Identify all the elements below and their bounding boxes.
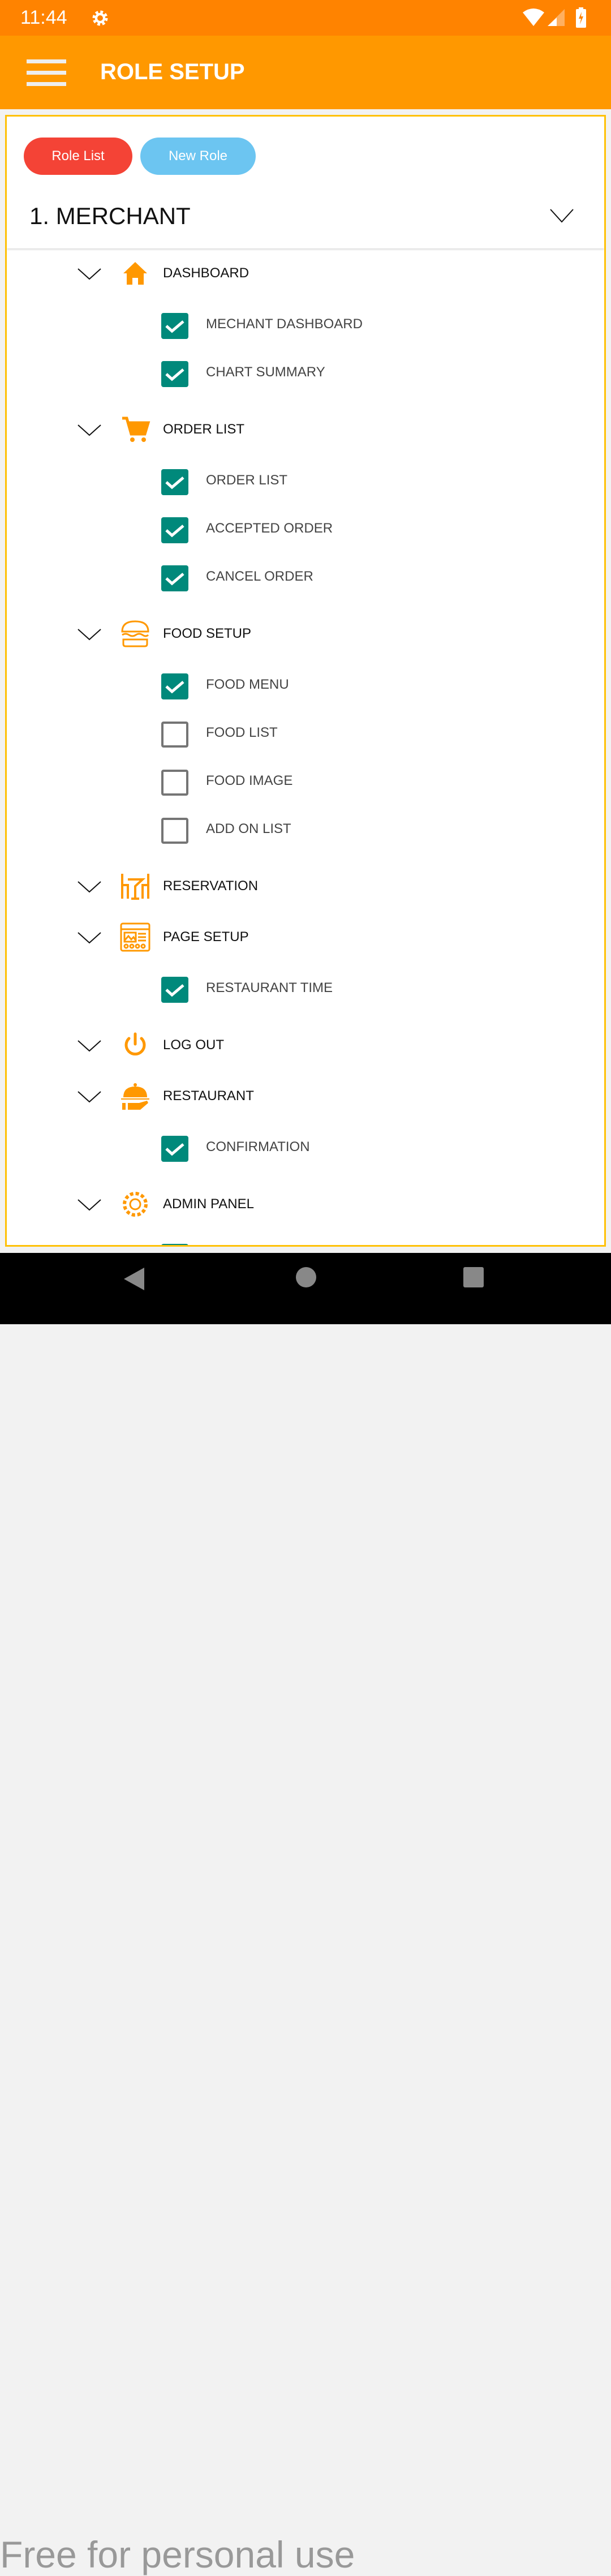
table-chairs-icon <box>121 874 149 900</box>
checkbox[interactable] <box>161 1136 188 1162</box>
item-label: RESTAURANT TIME <box>206 980 333 995</box>
cart-icon <box>122 417 150 442</box>
chevron-down-icon[interactable] <box>78 268 101 280</box>
permission-group[interactable]: RESERVATION <box>7 869 601 903</box>
settings-status-icon <box>92 10 108 26</box>
group-label: FOOD SETUP <box>163 626 252 641</box>
checkbox[interactable] <box>161 565 188 591</box>
item-label: ADD ON LIST <box>206 821 291 836</box>
app-bar: ROLE SETUP <box>0 36 611 109</box>
check-icon <box>165 573 184 586</box>
item-label: CANCEL ORDER <box>206 569 313 584</box>
chevron-down-icon[interactable] <box>78 1199 101 1211</box>
item-label: FOOD LIST <box>206 725 278 740</box>
home-nav-icon[interactable] <box>295 1266 317 1288</box>
permission-group[interactable]: LOG OUT <box>7 1028 601 1062</box>
group-label: LOG OUT <box>163 1037 225 1053</box>
checkbox[interactable] <box>161 469 188 495</box>
home-icon <box>123 262 147 285</box>
gear-icon <box>123 1192 148 1217</box>
permission-group[interactable]: RESTAURANT <box>7 1079 601 1113</box>
signal-icon <box>548 9 565 26</box>
page-title: ROLE SETUP <box>100 59 245 84</box>
status-time: 11:44 <box>20 7 67 28</box>
checkbox[interactable] <box>161 1244 188 1247</box>
permission-item[interactable]: FOOD IMAGE <box>7 763 601 797</box>
check-icon <box>165 476 184 490</box>
chevron-down-icon[interactable] <box>78 931 101 944</box>
permission-item[interactable]: CONFIRMATION <box>7 1129 601 1163</box>
permission-group[interactable]: ORDER LIST <box>7 413 601 446</box>
watermark: Free for personal use <box>0 2534 355 2575</box>
group-label: PAGE SETUP <box>163 929 249 944</box>
item-label: ORDER LIST <box>206 473 288 488</box>
item-label: ACCEPTED ORDER <box>206 521 333 536</box>
permission-item[interactable]: FOOD MENU <box>7 667 601 701</box>
battery-icon <box>576 7 586 28</box>
chevron-down-icon[interactable] <box>78 628 101 641</box>
burger-icon <box>121 620 149 647</box>
item-label: FOOD MENU <box>206 677 289 692</box>
permission-item[interactable]: MECHANT DASHBOARD <box>7 306 601 340</box>
cloche-icon <box>121 1083 149 1110</box>
chevron-down-icon[interactable] <box>78 1040 101 1052</box>
group-label: ADMIN PANEL <box>163 1196 254 1212</box>
power-icon <box>124 1032 146 1056</box>
role-card: Role List New Role 1. MERCHANT DASHBOARD… <box>5 115 606 1247</box>
permission-item[interactable]: RESTAURANT TIME <box>7 970 601 1004</box>
check-icon <box>165 984 184 997</box>
chevron-down-icon[interactable] <box>78 1090 101 1103</box>
wifi-icon <box>523 8 544 26</box>
permission-item[interactable] <box>7 1237 601 1247</box>
permission-item[interactable]: ORDER LIST <box>7 462 601 496</box>
webpage-icon <box>120 922 150 952</box>
check-icon <box>165 320 184 333</box>
navigation-bar: Free for personal use <box>0 1253 611 2575</box>
permission-item[interactable]: ADD ON LIST <box>7 811 601 845</box>
check-icon <box>161 1244 188 1247</box>
permission-group[interactable]: ADMIN PANEL <box>7 1187 601 1221</box>
chevron-down-icon <box>550 209 574 223</box>
check-icon <box>165 525 184 538</box>
permission-group[interactable]: FOOD SETUP <box>7 617 601 651</box>
group-label: ORDER LIST <box>163 422 245 437</box>
status-bar: 11:44 <box>0 0 611 36</box>
back-icon[interactable] <box>122 1266 147 1291</box>
permission-item[interactable]: FOOD LIST <box>7 715 601 749</box>
permission-item[interactable]: CANCEL ORDER <box>7 559 601 593</box>
hamburger-menu-icon[interactable] <box>27 59 66 87</box>
role-label: 1. MERCHANT <box>29 203 191 229</box>
role-list-button[interactable]: Role List <box>24 138 132 175</box>
permission-group[interactable]: DASHBOARD <box>7 256 601 290</box>
permission-item[interactable]: CHART SUMMARY <box>7 354 601 388</box>
role-selector[interactable]: 1. MERCHANT <box>7 184 604 248</box>
item-label: CHART SUMMARY <box>206 364 325 380</box>
checkbox[interactable] <box>161 517 188 543</box>
check-icon <box>165 368 184 381</box>
checkbox[interactable] <box>161 977 188 1003</box>
group-label: RESTAURANT <box>163 1088 254 1104</box>
permission-group[interactable]: PAGE SETUP <box>7 920 601 954</box>
recents-icon[interactable] <box>463 1266 484 1288</box>
checkbox[interactable] <box>161 361 188 387</box>
checkbox[interactable] <box>161 818 188 844</box>
checkbox[interactable] <box>161 722 188 748</box>
permission-item[interactable]: ACCEPTED ORDER <box>7 510 601 544</box>
item-label: FOOD IMAGE <box>206 773 293 788</box>
group-label: DASHBOARD <box>163 265 249 281</box>
item-label: MECHANT DASHBOARD <box>206 316 363 332</box>
check-icon <box>165 681 184 694</box>
group-label: RESERVATION <box>163 878 259 894</box>
check-icon <box>165 1143 184 1156</box>
chevron-down-icon[interactable] <box>78 881 101 893</box>
chevron-down-icon[interactable] <box>78 424 101 436</box>
checkbox[interactable] <box>161 770 188 796</box>
item-label: CONFIRMATION <box>206 1139 310 1154</box>
new-role-button[interactable]: New Role <box>140 138 256 175</box>
checkbox[interactable] <box>161 313 188 339</box>
checkbox[interactable] <box>161 673 188 699</box>
